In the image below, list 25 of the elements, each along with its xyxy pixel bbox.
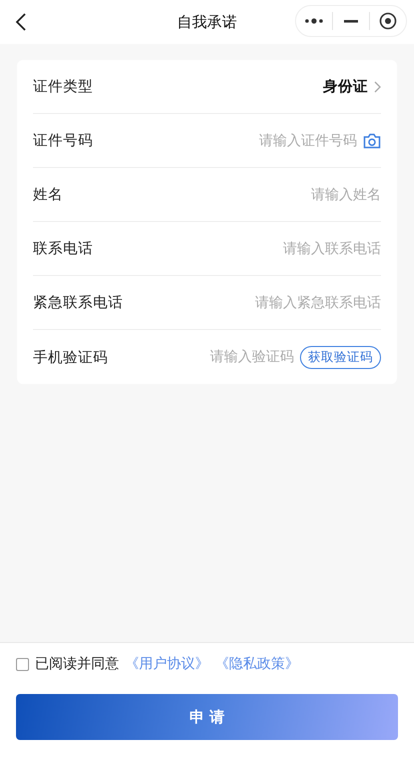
submit-button[interactable]: 申 请 — [16, 694, 398, 740]
get-code-button[interactable]: 获取验证码 — [300, 346, 381, 368]
field-label: 姓名 — [33, 186, 63, 204]
agreement-link[interactable]: 《隐私政策》 — [215, 655, 299, 673]
minimize-icon[interactable] — [344, 20, 358, 22]
field-label: 紧急联系电话 — [33, 294, 123, 312]
field-label: 手机验证码 — [33, 348, 108, 366]
agreement-link[interactable]: 《用户协议》 — [125, 655, 209, 673]
input-field[interactable]: 请输入紧急联系电话 — [235, 294, 381, 310]
agree-checkbox[interactable] — [16, 658, 29, 670]
field-label: 证件号码 — [33, 132, 93, 150]
close-icon[interactable] — [379, 12, 397, 30]
back-icon[interactable] — [14, 12, 28, 32]
field-label: 证件类型 — [33, 78, 93, 96]
input-field[interactable]: 请输入姓名 — [235, 186, 381, 202]
field-label: 联系电话 — [33, 240, 93, 258]
input-field[interactable]: 请输入联系电话 — [235, 240, 381, 256]
camera-icon[interactable] — [363, 132, 381, 148]
input-field[interactable]: 请输入证件号码 — [239, 132, 357, 148]
more-icon[interactable] — [304, 18, 324, 24]
page-title: 自我承诺 — [177, 12, 237, 32]
chevron-right-icon — [374, 80, 381, 92]
input-field[interactable]: 请输入验证码 — [191, 349, 294, 365]
agreement-text: 已阅读并同意 — [35, 655, 119, 673]
field-value: 身份证 — [323, 78, 368, 96]
